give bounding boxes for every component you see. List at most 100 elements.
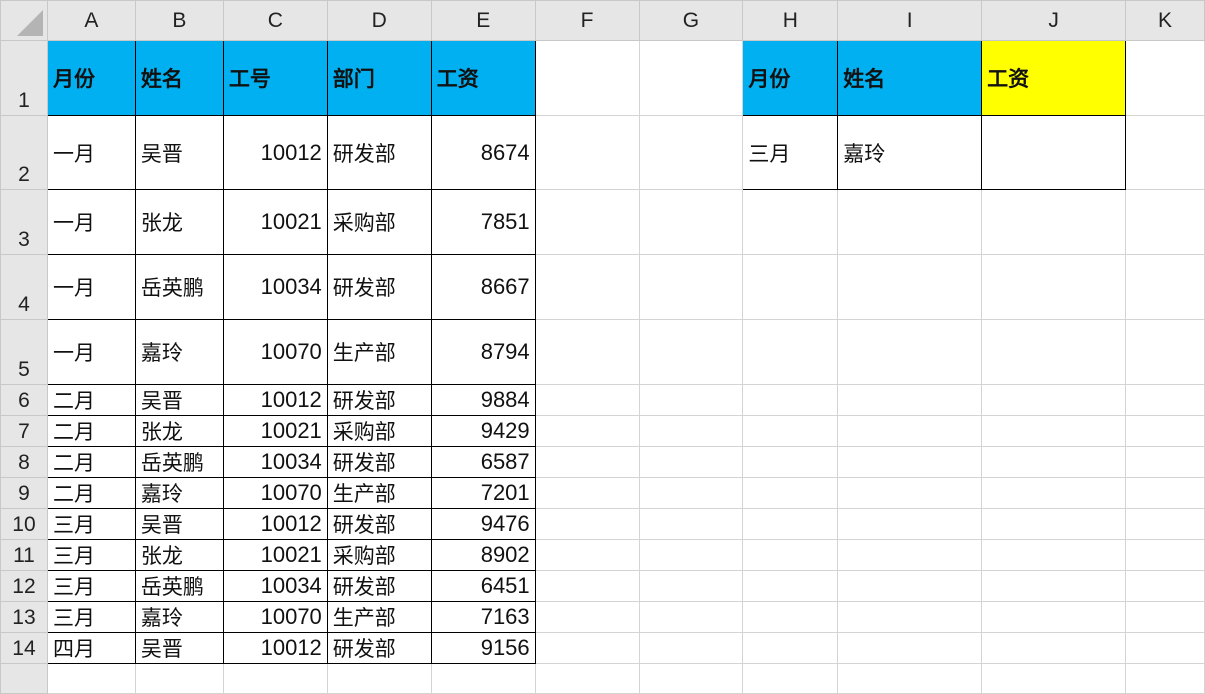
cell-b13[interactable]: 嘉玲 bbox=[134, 601, 224, 633]
cell-h9[interactable] bbox=[742, 477, 839, 509]
cell-d3[interactable]: 采购部 bbox=[326, 189, 432, 255]
cell-d1[interactable]: 部门 bbox=[326, 40, 432, 116]
cell-g2[interactable] bbox=[638, 115, 744, 190]
cell-i7[interactable] bbox=[837, 415, 983, 447]
cell-c7[interactable]: 10021 bbox=[222, 415, 328, 447]
cell-d7[interactable]: 采购部 bbox=[326, 415, 432, 447]
cell-h3[interactable] bbox=[742, 189, 839, 255]
cell-g5[interactable] bbox=[638, 319, 744, 385]
cell-i11[interactable] bbox=[837, 539, 983, 571]
cell-g9[interactable] bbox=[638, 477, 744, 509]
cell-b5[interactable]: 嘉玲 bbox=[134, 319, 224, 385]
cell-k1[interactable] bbox=[1124, 40, 1205, 116]
cell-e13[interactable]: 7163 bbox=[430, 601, 536, 633]
cell-d6[interactable]: 研发部 bbox=[326, 384, 432, 416]
row-header[interactable]: 6 bbox=[0, 384, 48, 416]
cell-a8[interactable]: 二月 bbox=[46, 446, 136, 478]
row-header[interactable]: 3 bbox=[0, 189, 48, 255]
cell-g13[interactable] bbox=[638, 601, 744, 633]
cell-i4[interactable] bbox=[837, 254, 983, 320]
cell-k13[interactable] bbox=[1124, 601, 1205, 633]
cell-d5[interactable]: 生产部 bbox=[326, 319, 432, 385]
cell-d11[interactable]: 采购部 bbox=[326, 539, 432, 571]
cell-e2[interactable]: 8674 bbox=[430, 115, 536, 190]
cell-i1[interactable]: 姓名 bbox=[837, 40, 983, 116]
cell-h8[interactable] bbox=[742, 446, 839, 478]
cell-d2[interactable]: 研发部 bbox=[326, 115, 432, 190]
cell-b2[interactable]: 吴晋 bbox=[134, 115, 224, 190]
cell-j2[interactable] bbox=[981, 115, 1126, 190]
cell-c5[interactable]: 10070 bbox=[222, 319, 328, 385]
cell-j1[interactable]: 工资 bbox=[981, 40, 1126, 116]
cell-g7[interactable] bbox=[638, 415, 744, 447]
cell-j5[interactable] bbox=[981, 319, 1126, 385]
cell-j7[interactable] bbox=[981, 415, 1126, 447]
column-header-g[interactable]: G bbox=[638, 0, 744, 41]
cell-a7[interactable]: 二月 bbox=[46, 415, 136, 447]
cell-g14[interactable] bbox=[638, 632, 744, 664]
cell-k10[interactable] bbox=[1124, 508, 1205, 540]
cell-i8[interactable] bbox=[837, 446, 983, 478]
cell-j15[interactable] bbox=[981, 663, 1126, 694]
row-header[interactable]: 8 bbox=[0, 446, 48, 478]
cell-e5[interactable]: 8794 bbox=[430, 319, 536, 385]
cell-g6[interactable] bbox=[638, 384, 744, 416]
cell-g1[interactable] bbox=[638, 40, 744, 116]
cell-h5[interactable] bbox=[742, 319, 839, 385]
cell-i3[interactable] bbox=[837, 189, 983, 255]
cell-c6[interactable]: 10012 bbox=[222, 384, 328, 416]
cell-g12[interactable] bbox=[638, 570, 744, 602]
cell-e4[interactable]: 8667 bbox=[430, 254, 536, 320]
cell-e15[interactable] bbox=[430, 663, 536, 694]
cell-b14[interactable]: 吴晋 bbox=[134, 632, 224, 664]
cell-g8[interactable] bbox=[638, 446, 744, 478]
row-header[interactable]: 4 bbox=[0, 254, 48, 320]
cell-j3[interactable] bbox=[981, 189, 1126, 255]
cell-c9[interactable]: 10070 bbox=[222, 477, 328, 509]
cell-a15[interactable] bbox=[46, 663, 136, 694]
cell-i15[interactable] bbox=[837, 663, 983, 694]
cell-b15[interactable] bbox=[134, 663, 224, 694]
cell-a5[interactable]: 一月 bbox=[46, 319, 136, 385]
cell-h10[interactable] bbox=[742, 508, 839, 540]
row-header[interactable]: 1 bbox=[0, 40, 48, 116]
cell-a12[interactable]: 三月 bbox=[46, 570, 136, 602]
cell-g3[interactable] bbox=[638, 189, 744, 255]
row-header[interactable]: 12 bbox=[0, 570, 48, 602]
cell-j14[interactable] bbox=[981, 632, 1126, 664]
cell-f5[interactable] bbox=[534, 319, 640, 385]
cell-j11[interactable] bbox=[981, 539, 1126, 571]
cell-b10[interactable]: 吴晋 bbox=[134, 508, 224, 540]
row-header[interactable]: 7 bbox=[0, 415, 48, 447]
cell-f15[interactable] bbox=[534, 663, 640, 694]
cell-d10[interactable]: 研发部 bbox=[326, 508, 432, 540]
cell-e11[interactable]: 8902 bbox=[430, 539, 536, 571]
row-header[interactable]: 2 bbox=[0, 115, 48, 190]
column-header-j[interactable]: J bbox=[981, 0, 1126, 41]
cell-f4[interactable] bbox=[534, 254, 640, 320]
cell-b4[interactable]: 岳英鹏 bbox=[134, 254, 224, 320]
cell-b3[interactable]: 张龙 bbox=[134, 189, 224, 255]
cell-j10[interactable] bbox=[981, 508, 1126, 540]
cell-h7[interactable] bbox=[742, 415, 839, 447]
cell-h4[interactable] bbox=[742, 254, 839, 320]
row-header[interactable]: 5 bbox=[0, 319, 48, 385]
cell-c13[interactable]: 10070 bbox=[222, 601, 328, 633]
cell-a4[interactable]: 一月 bbox=[46, 254, 136, 320]
cell-h6[interactable] bbox=[742, 384, 839, 416]
cell-e1[interactable]: 工资 bbox=[430, 40, 536, 116]
cell-k9[interactable] bbox=[1124, 477, 1205, 509]
select-all-button[interactable] bbox=[0, 0, 48, 41]
cell-i5[interactable] bbox=[837, 319, 983, 385]
column-header-e[interactable]: E bbox=[430, 0, 536, 41]
cell-k11[interactable] bbox=[1124, 539, 1205, 571]
cell-j9[interactable] bbox=[981, 477, 1126, 509]
column-header-h[interactable]: H bbox=[742, 0, 839, 41]
cell-e6[interactable]: 9884 bbox=[430, 384, 536, 416]
cell-c8[interactable]: 10034 bbox=[222, 446, 328, 478]
cell-c14[interactable]: 10012 bbox=[222, 632, 328, 664]
cell-k15[interactable] bbox=[1124, 663, 1205, 694]
cell-k2[interactable] bbox=[1124, 115, 1205, 190]
cell-e10[interactable]: 9476 bbox=[430, 508, 536, 540]
cell-c12[interactable]: 10034 bbox=[222, 570, 328, 602]
